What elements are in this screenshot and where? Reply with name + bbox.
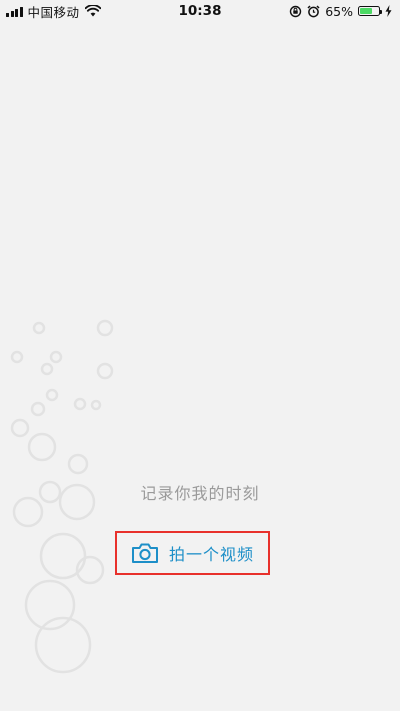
tagline: 记录你我的时刻 [140,484,260,503]
status-bar: 中国移动 10:38 65% [0,0,400,22]
battery-percent: 65% [325,3,353,19]
battery-level-fill [360,8,372,14]
screen: 中国移动 10:38 65% 记录你我的时刻 拍一个视频 [0,0,400,711]
take-video-button[interactable]: 拍一个视频 [115,531,270,575]
status-right: 65% [289,3,392,19]
bubbles-decoration [10,319,114,674]
take-video-label: 拍一个视频 [168,545,254,564]
battery-icon [358,6,382,16]
charging-icon [385,5,392,17]
camera-icon [131,543,158,563]
orientation-lock-icon [290,5,302,17]
alarm-icon [307,4,320,17]
